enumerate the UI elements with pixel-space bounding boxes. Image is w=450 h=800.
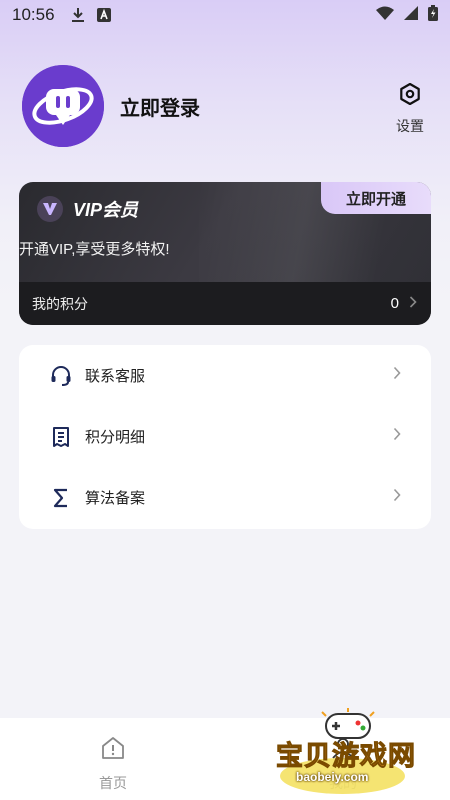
nav-home[interactable]: 首页	[88, 736, 138, 793]
vip-logo-icon	[37, 196, 63, 222]
points-value: 0	[390, 295, 399, 312]
vip-header: VIP会员	[37, 196, 138, 222]
chevron-right-icon	[393, 488, 401, 507]
my-points-row[interactable]: 我的积分 0	[19, 282, 431, 325]
gear-icon[interactable]	[399, 82, 421, 110]
avatar[interactable]	[22, 65, 104, 147]
battery-icon	[428, 4, 438, 26]
login-label[interactable]: 立即登录	[120, 92, 200, 121]
watermark-url: baobeiy.com	[296, 770, 369, 784]
headset-icon	[49, 364, 73, 388]
chevron-right-icon	[393, 427, 401, 446]
profile-area[interactable]: 立即登录	[22, 65, 200, 147]
menu-card: 联系客服 积分明细 算法备案	[19, 345, 431, 529]
nav-home-label: 首页	[99, 775, 127, 791]
menu-item-algorithm-filing[interactable]: 算法备案	[19, 467, 431, 528]
chevron-right-icon	[409, 295, 417, 313]
status-time: 10:56	[12, 5, 55, 24]
a-box-icon	[96, 8, 111, 22]
menu-item-label: 联系客服	[85, 368, 146, 385]
menu-item-points-detail[interactable]: 积分明细	[19, 406, 431, 467]
receipt-icon	[49, 425, 73, 449]
wifi-icon	[376, 5, 394, 25]
sigma-icon	[49, 486, 73, 510]
menu-item-label: 算法备案	[85, 490, 146, 507]
watermark-title: 宝贝游戏网	[276, 741, 416, 772]
download-icon	[71, 7, 85, 23]
watermark: 宝贝游戏网 baobeiy.com	[272, 708, 422, 798]
home-icon	[100, 736, 126, 765]
status-bar: 10:56	[0, 0, 450, 30]
vip-title: VIP会员	[73, 200, 139, 220]
settings-button[interactable]: 设置	[392, 82, 428, 136]
points-label: 我的积分	[32, 295, 88, 312]
signal-icon	[404, 5, 418, 25]
settings-label: 设置	[396, 118, 424, 134]
chat-bot-avatar-icon	[22, 65, 104, 147]
menu-item-contact-service[interactable]: 联系客服	[19, 345, 431, 406]
vip-open-button[interactable]: 立即开通	[321, 182, 431, 214]
chevron-right-icon	[393, 366, 401, 385]
menu-item-label: 积分明细	[85, 429, 146, 446]
vip-subtitle: 开通VIP,享受更多特权!	[19, 241, 170, 258]
